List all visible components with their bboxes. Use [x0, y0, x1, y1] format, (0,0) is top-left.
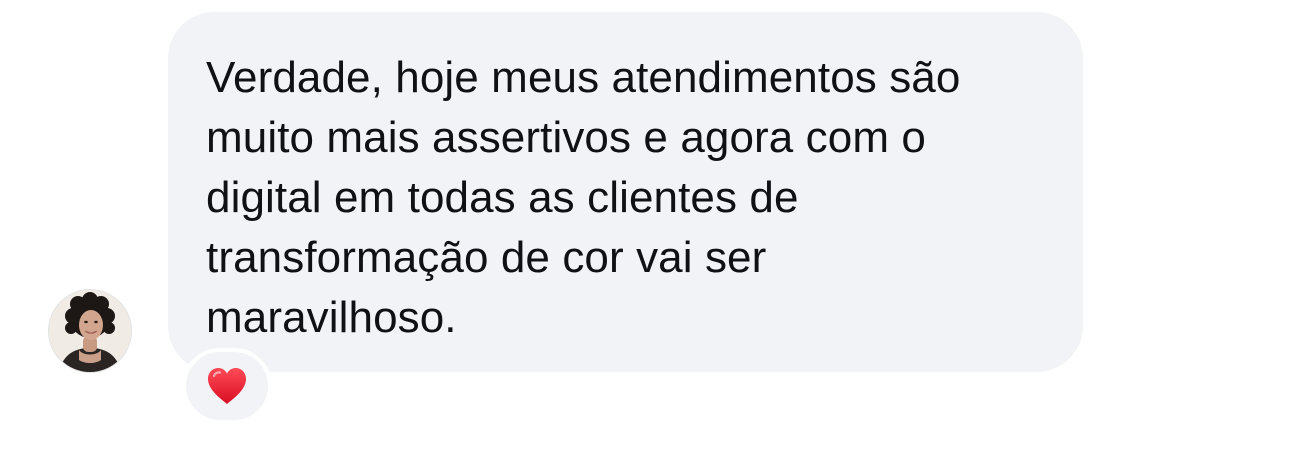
message-line: muito mais assertivos e agora com o: [206, 113, 927, 162]
message-line: transformação de cor vai ser: [206, 233, 767, 282]
message-line: maravilhoso.: [206, 293, 457, 342]
message-bubble[interactable]: Verdade, hoje meus atendimentos são muit…: [168, 12, 1083, 372]
message-line: digital em todas as clientes de: [206, 173, 799, 222]
message-line: Verdade, hoje meus atendimentos são: [206, 53, 961, 102]
incoming-message-row: Verdade, hoje meus atendimentos são muit…: [0, 0, 1290, 474]
red-heart-icon: [208, 368, 246, 404]
message-text: Verdade, hoje meus atendimentos são muit…: [206, 48, 1045, 348]
avatar-portrait-icon: [49, 290, 131, 372]
sender-avatar[interactable]: [49, 290, 131, 372]
reaction-badge[interactable]: [182, 348, 272, 424]
